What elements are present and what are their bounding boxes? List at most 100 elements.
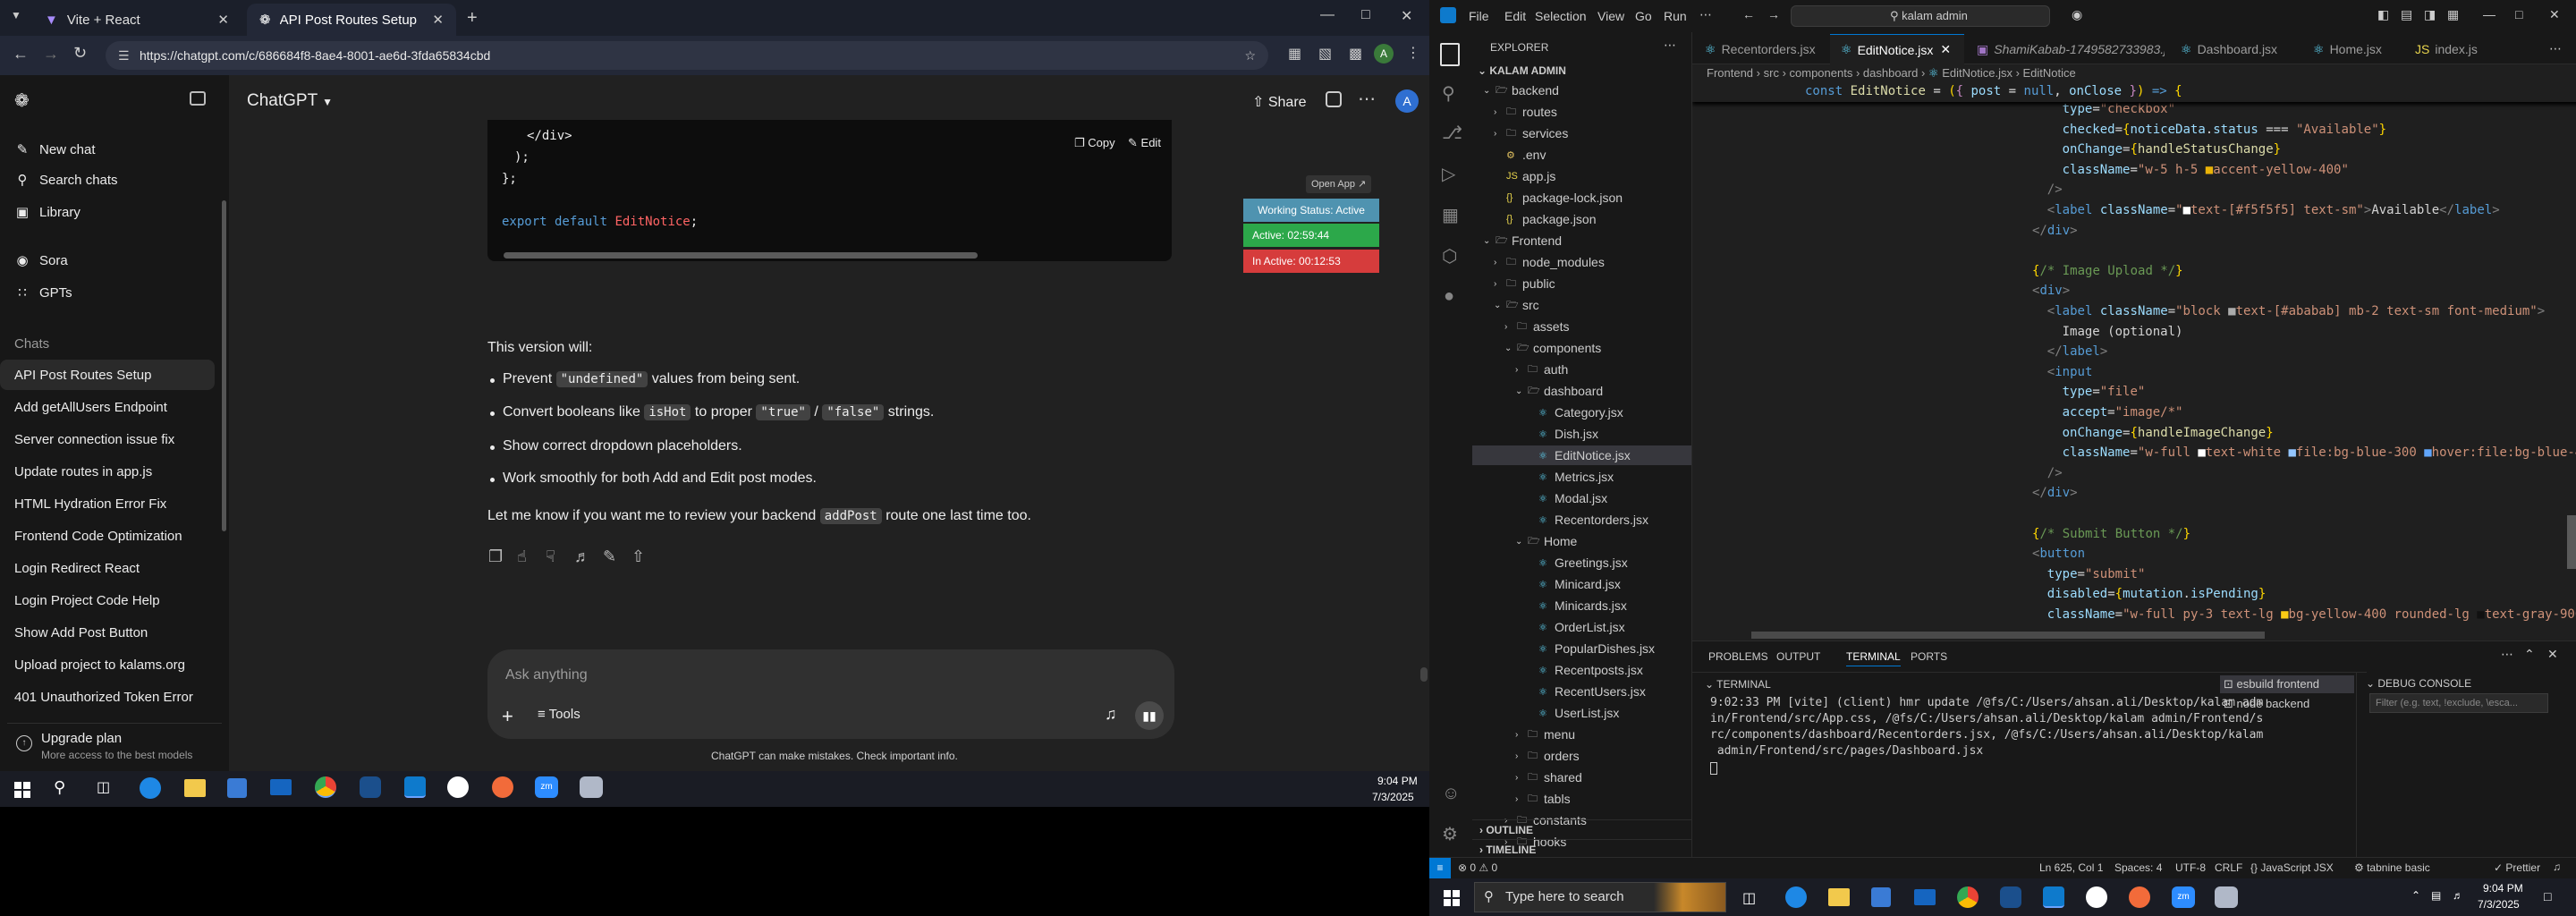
browser-tab-chatgpt[interactable]: ❁ API Post Routes Setup ✕ (247, 4, 456, 36)
editor-tab[interactable]: ▣ ShamiKabab-1749582733983.jpg (1966, 34, 2165, 64)
minimize-icon[interactable]: — (2483, 7, 2496, 21)
remote-icon[interactable]: ⬡ (1442, 245, 1457, 267)
avatar[interactable]: A (1395, 89, 1419, 113)
browser-tab-vite[interactable]: ▼ Vite + React ✕ (32, 4, 242, 36)
tree-file[interactable]: JS app.js (1472, 166, 1691, 186)
panel-maximize-icon[interactable]: ⌃ (2524, 647, 2535, 662)
status-indent[interactable]: Spaces: 4 (2114, 861, 2162, 874)
toggle-sidebar-icon[interactable]: ◧ (2377, 7, 2389, 22)
nav-forward-icon[interactable]: → (1767, 7, 1780, 21)
settings-gear-icon[interactable]: ⚙ (1442, 823, 1458, 845)
voice-mode-button[interactable]: ▮▮ (1135, 701, 1164, 730)
tree-file[interactable]: ⚛ OrderList.jsx (1472, 617, 1691, 637)
command-center-search[interactable]: ⚲ kalam admin (1791, 5, 2050, 27)
tree-folder[interactable]: › 🗀 public (1472, 274, 1691, 293)
editor-tab-active[interactable]: ⚛ EditNotice.jsx ✕ (1830, 34, 1964, 64)
url-field[interactable]: ☰ https://chatgpt.com/c/686684f8-8ae4-80… (106, 41, 1268, 70)
timeline-section[interactable]: › TIMELINE (1472, 839, 1692, 859)
open-app-badge[interactable]: Open App ↗ (1306, 175, 1372, 193)
chat-item[interactable]: 401 Unauthorized Token Error (0, 682, 215, 712)
status-tabnine[interactable]: ⚙ tabnine basic (2354, 861, 2430, 874)
editor-more-icon[interactable]: ⋯ (2549, 41, 2562, 56)
notification-icon[interactable]: □ (2544, 889, 2551, 903)
chat-item-active[interactable]: API Post Routes Setup (0, 360, 215, 390)
tree-file[interactable]: ⚛ Greetings.jsx (1472, 553, 1691, 572)
windows-start-icon[interactable] (1444, 890, 1460, 906)
bookmark-star-icon[interactable]: ☆ (1244, 48, 1256, 64)
extensions-icon[interactable]: ▦ (1442, 204, 1459, 226)
app-icon[interactable] (2000, 886, 2021, 908)
read-aloud-icon[interactable]: ♬ (574, 547, 590, 566)
site-info-icon[interactable]: ☰ (118, 48, 130, 64)
share-button[interactable]: ⇧ Share (1252, 93, 1307, 111)
thumbs-down-icon[interactable]: ☟ (546, 547, 555, 566)
tree-file[interactable]: ⚛ Metrics.jsx (1472, 467, 1691, 487)
chat-scrollbar[interactable] (1420, 667, 1428, 682)
sidebar-scrollbar[interactable] (222, 200, 226, 531)
status-eol[interactable]: CRLF (2215, 861, 2242, 874)
chat-item[interactable]: Login Redirect React (0, 553, 215, 583)
more-menu-icon[interactable]: ⋮ (1406, 44, 1420, 62)
status-encoding[interactable]: UTF-8 (2175, 861, 2206, 874)
tree-folder[interactable]: ⌄ 🗁 Frontend (1472, 231, 1691, 250)
puzzle-icon[interactable]: ▩ (1349, 45, 1362, 63)
network-icon[interactable]: ▤ (2431, 889, 2441, 902)
run-debug-icon[interactable]: ▷ (1442, 163, 1455, 185)
remote-indicator[interactable]: ≡ (1429, 858, 1451, 879)
editor-vscrollbar[interactable] (2567, 515, 2576, 569)
model-selector[interactable]: ChatGPT ▼ (247, 91, 333, 111)
tree-file[interactable]: ⚛ Recentposts.jsx (1472, 660, 1691, 680)
task-view-icon[interactable]: ◫ (97, 778, 110, 796)
new-tab-icon[interactable]: + (467, 8, 478, 29)
sidebar-item-sora[interactable]: ◉ Sora (0, 245, 215, 276)
chat-item[interactable]: Login Project Code Help (0, 585, 215, 615)
file-explorer-icon[interactable] (184, 779, 206, 797)
chat-item[interactable]: Add getAllUsers Endpoint (0, 392, 215, 422)
maximize-icon[interactable]: □ (2515, 7, 2522, 21)
panel-close-icon[interactable]: ✕ (2547, 647, 2558, 662)
toggle-panel-icon[interactable]: ▤ (2401, 7, 2412, 22)
editor-hscrollbar[interactable] (1751, 632, 2265, 639)
debug-filter-input[interactable]: Filter (e.g. text, !exclude, \esca... (2369, 693, 2548, 713)
maximize-icon[interactable]: □ (1361, 7, 1370, 23)
tree-file[interactable]: ⚛ RecentUsers.jsx (1472, 682, 1691, 701)
menu-selection[interactable]: Selection (1535, 9, 1587, 23)
tree-folder[interactable]: ⌄ 🗁 dashboard (1472, 381, 1691, 401)
tree-folder[interactable]: › 🗀 node_modules (1472, 252, 1691, 272)
search-icon[interactable]: ⚲ (54, 778, 65, 797)
copy-message-icon[interactable]: ❐ (488, 547, 503, 566)
app-icon[interactable] (447, 776, 469, 798)
toggle-secondary-icon[interactable]: ◨ (2424, 7, 2436, 22)
store-icon[interactable] (1871, 887, 1891, 907)
windows-start-icon[interactable] (14, 782, 30, 798)
layout-icon[interactable]: ▦ (2447, 7, 2459, 22)
tree-file[interactable]: {} package-lock.json (1472, 188, 1691, 208)
zoom-icon[interactable]: zm (2172, 886, 2195, 908)
tree-folder[interactable]: › 🗀 shared (1472, 768, 1691, 787)
vscode-icon[interactable] (2043, 886, 2064, 908)
close-icon[interactable]: ✕ (432, 12, 444, 28)
reload-icon[interactable]: ↻ (73, 44, 87, 63)
more-options-icon[interactable]: ⋯ (1358, 88, 1376, 110)
menu-view[interactable]: View (1597, 9, 1624, 23)
chrome-icon[interactable] (315, 776, 336, 798)
sidebar-item-new-chat[interactable]: ✎ New chat (0, 134, 215, 165)
editor-tab[interactable]: JS index.js (2404, 34, 2499, 64)
tree-file[interactable]: ⚛ Recentorders.jsx (1472, 510, 1691, 530)
tree-file[interactable]: ⚙ .env (1472, 145, 1691, 165)
edge-icon[interactable] (1785, 886, 1807, 908)
status-prettier[interactable]: ✓ Prettier (2494, 861, 2540, 874)
terminal-item[interactable]: ⊡ node backend (2220, 695, 2313, 713)
zoom-icon[interactable]: zm (535, 776, 558, 798)
copilot-icon[interactable]: ◉ (2072, 7, 2082, 22)
tools-button[interactable]: ≡ Tools (538, 707, 580, 722)
taskbar-search-box[interactable]: ⚲ Type here to search (1474, 882, 1726, 912)
status-cursor-pos[interactable]: Ln 625, Col 1 (2039, 861, 2103, 874)
terminal-item-active[interactable]: ⊡ esbuild frontend (2220, 675, 2354, 693)
forward-icon[interactable]: → (43, 45, 59, 64)
outline-section[interactable]: › OUTLINE (1472, 819, 1692, 839)
notifications-bell-icon[interactable]: ♫ (2553, 861, 2561, 873)
mongodb-icon[interactable]: ● (1444, 286, 1454, 307)
tree-folder[interactable]: › 🗀 tabls (1472, 789, 1691, 809)
tree-folder[interactable]: ⌄ 🗁 Home (1472, 531, 1691, 551)
